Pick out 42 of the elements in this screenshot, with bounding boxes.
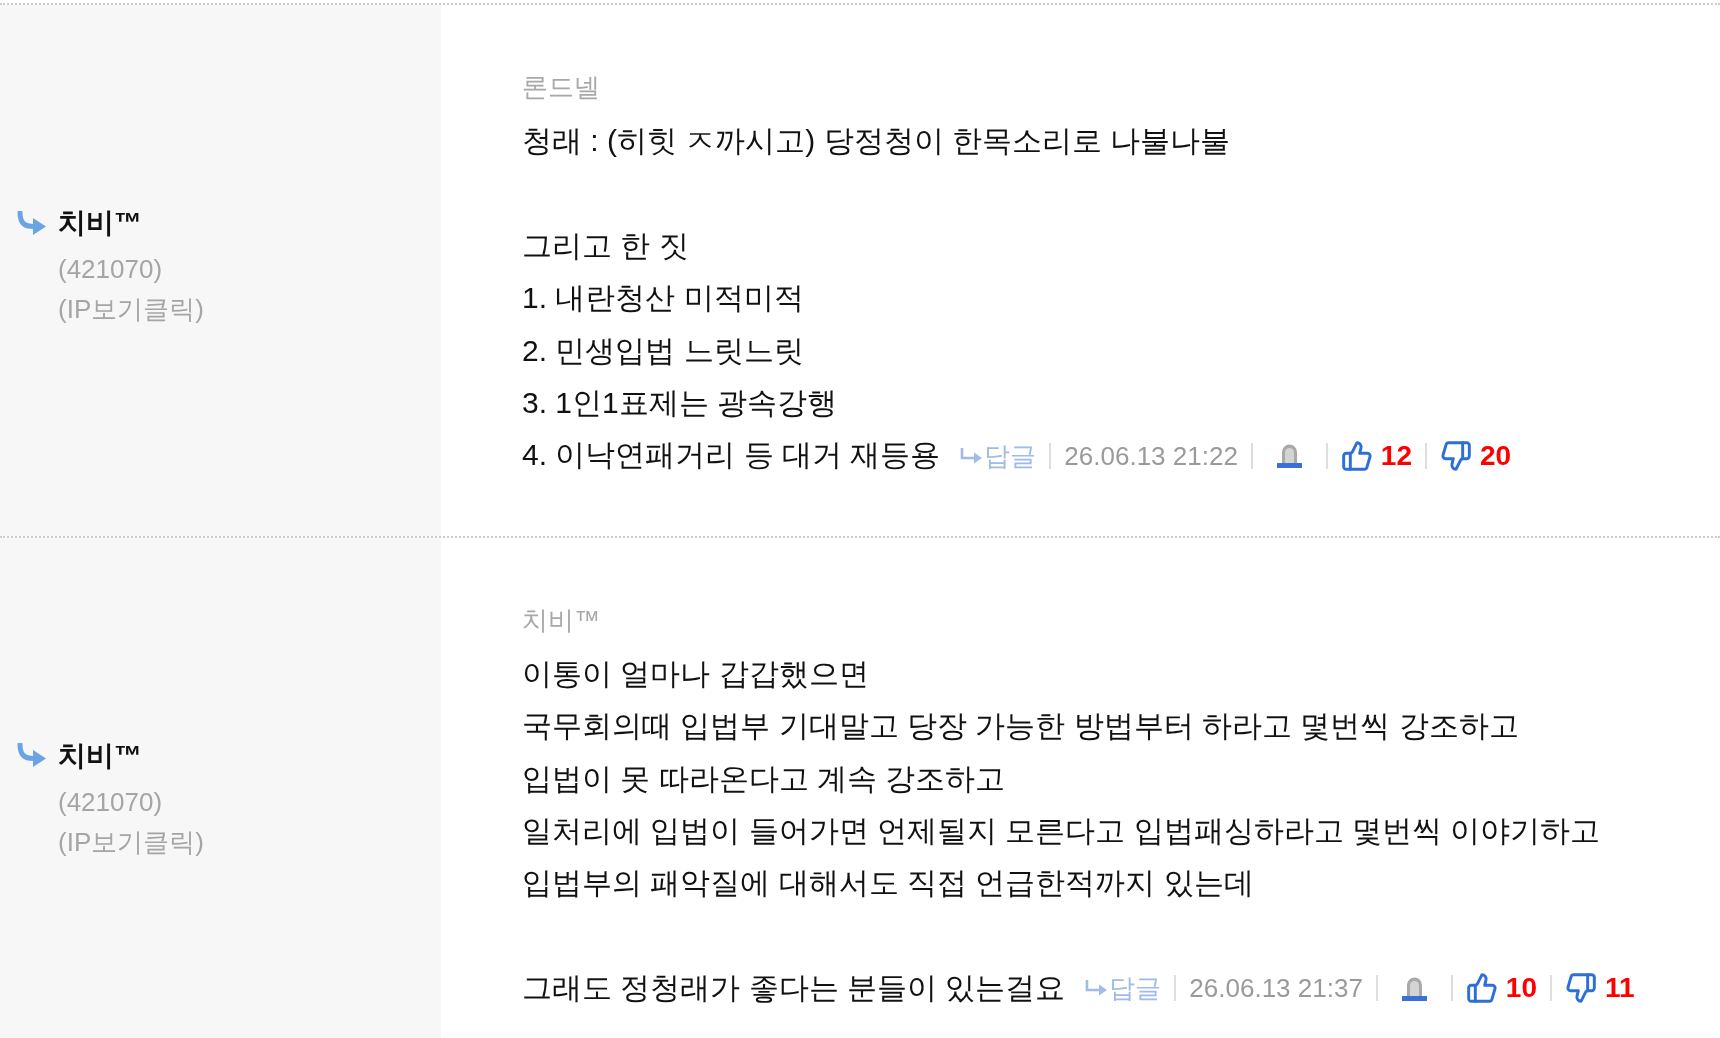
- member-id: (421070): [58, 253, 164, 286]
- dislike-button[interactable]: [1565, 972, 1597, 1005]
- comment-text: 국무회의때 입법부 기대말고 당장 가능한 방법부터 하라고 몇번씩 강조하고: [522, 708, 1519, 745]
- dislike-count: 20: [1480, 438, 1512, 473]
- ip-view-link[interactable]: (IP보기클릭): [58, 289, 204, 329]
- reply-link[interactable]: 답글: [1085, 971, 1162, 1006]
- author-name: 치비™: [58, 738, 143, 773]
- author-name: 치비™: [58, 206, 143, 240]
- comment-text: 그리고 한 짓: [522, 227, 689, 264]
- comment-date: 26.06.13 21:37: [1189, 972, 1363, 1006]
- comment-text: 일처리에 입법이 들어가면 언제될지 모른다고 입법패싱하라고 몇번씩 이야기하고: [522, 813, 1601, 850]
- reply-arrow-icon: [16, 210, 46, 236]
- comment-text: 입법부의 패악질에 대해서도 직접 언급한적까지 있는데: [522, 865, 1254, 902]
- reply-arrow-icon: [16, 743, 46, 769]
- comment-text: 이통이 얼마나 갑갑했으면: [522, 655, 869, 692]
- like-button[interactable]: [1465, 972, 1498, 1005]
- ip-view-link[interactable]: (IP보기클릭): [58, 821, 204, 862]
- comment-text: 입법이 못 따라온다고 계속 강조하고: [522, 760, 1006, 797]
- comment-text: 2. 민생입법 느릿느릿: [522, 332, 804, 369]
- reply-to-name: 론드넬: [522, 71, 600, 104]
- reply-arrow-icon: [1085, 980, 1108, 997]
- siren-icon: [1275, 443, 1303, 469]
- comment-text: 그래도 정청래가 좋다는 분들이 있는걸요: [522, 970, 1066, 1007]
- comment-text: 1. 내란청산 미적미적: [522, 280, 804, 317]
- comment-text: 4. 이낙연패거리 등 대거 재등용: [522, 437, 941, 474]
- member-id: (421070): [58, 785, 164, 819]
- thumbs-down-icon: [1440, 439, 1472, 472]
- thumbs-up-icon: [1465, 972, 1498, 1005]
- like-count: 10: [1505, 971, 1537, 1006]
- reply-link[interactable]: 답글: [960, 438, 1037, 473]
- reply-arrow-icon: [960, 447, 983, 464]
- dislike-count: 11: [1605, 971, 1635, 1006]
- siren-icon: [1400, 975, 1428, 1001]
- comment-text: 청래 : (히힛 ㅈ까시고) 당정청이 한목소리로 나불나불: [522, 123, 1231, 159]
- comment-text: 3. 1인1표제는 광속강행: [522, 385, 838, 421]
- thumbs-up-icon: [1340, 439, 1373, 472]
- comment-date: 26.06.13 21:22: [1064, 439, 1238, 473]
- like-button[interactable]: [1340, 439, 1373, 472]
- like-count: 12: [1380, 438, 1412, 473]
- dislike-button[interactable]: [1440, 439, 1472, 472]
- reply-to-name: 치비™: [522, 603, 600, 637]
- thumbs-down-icon: [1565, 972, 1597, 1005]
